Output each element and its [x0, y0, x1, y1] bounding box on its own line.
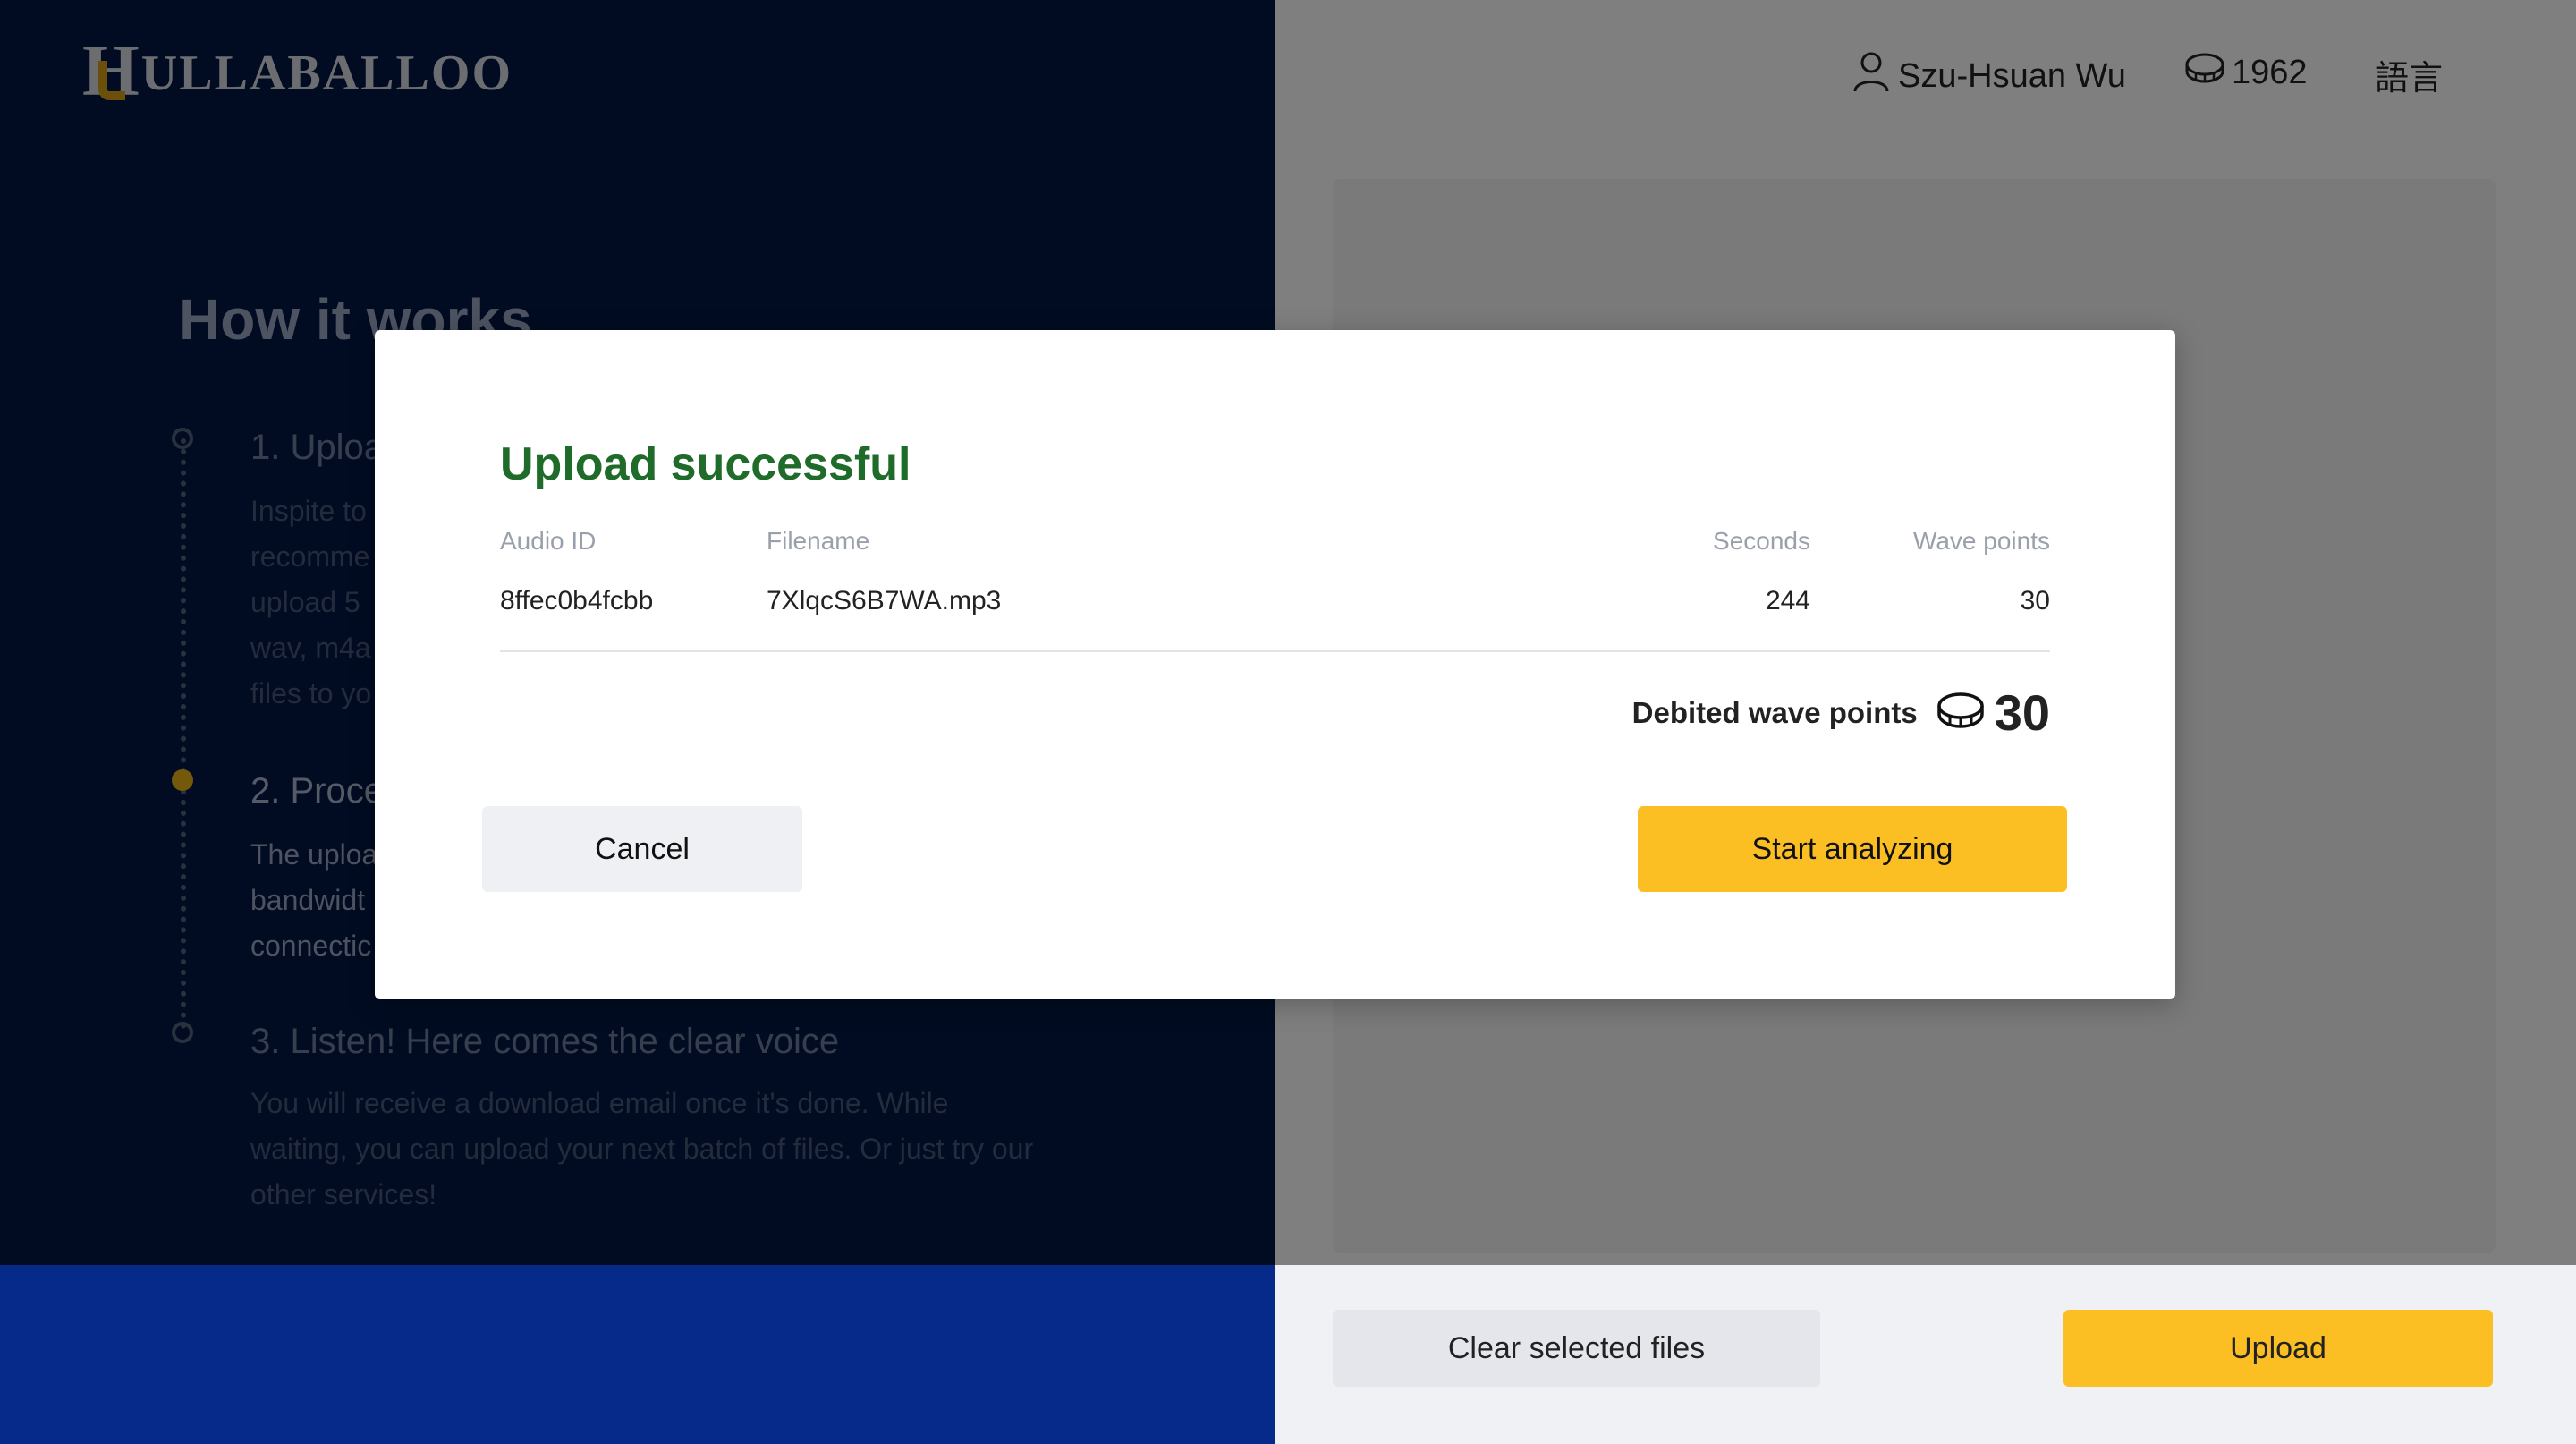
column-header-audio-id: Audio ID — [500, 527, 597, 555]
column-header-seconds: Seconds — [1713, 527, 1810, 555]
cancel-button[interactable]: Cancel — [482, 806, 802, 892]
cell-audio-id: 8ffec0b4fcbb — [500, 586, 654, 616]
cell-filename: 7XlqcS6B7WA.mp3 — [767, 586, 1002, 616]
upload-button[interactable]: Upload — [2063, 1310, 2493, 1387]
cell-wave-points: 30 — [2020, 586, 2050, 616]
start-analyzing-button[interactable]: Start analyzing — [1638, 806, 2067, 892]
dialog-title: Upload successful — [500, 438, 911, 490]
coin-icon — [1936, 689, 1986, 736]
debited-points-summary: Debited wave points 30 — [1632, 684, 2050, 742]
table-divider — [500, 650, 2050, 652]
cell-seconds: 244 — [1765, 586, 1810, 616]
column-header-wave-points: Wave points — [1912, 527, 2050, 555]
clear-selected-files-button[interactable]: Clear selected files — [1333, 1310, 1820, 1387]
upload-success-dialog: Upload successful Audio ID Filename Seco… — [375, 330, 2175, 999]
debited-value: 30 — [1994, 684, 2050, 741]
left-footer — [0, 1265, 1275, 1444]
column-header-filename: Filename — [767, 527, 870, 555]
debited-label: Debited wave points — [1631, 695, 1918, 729]
